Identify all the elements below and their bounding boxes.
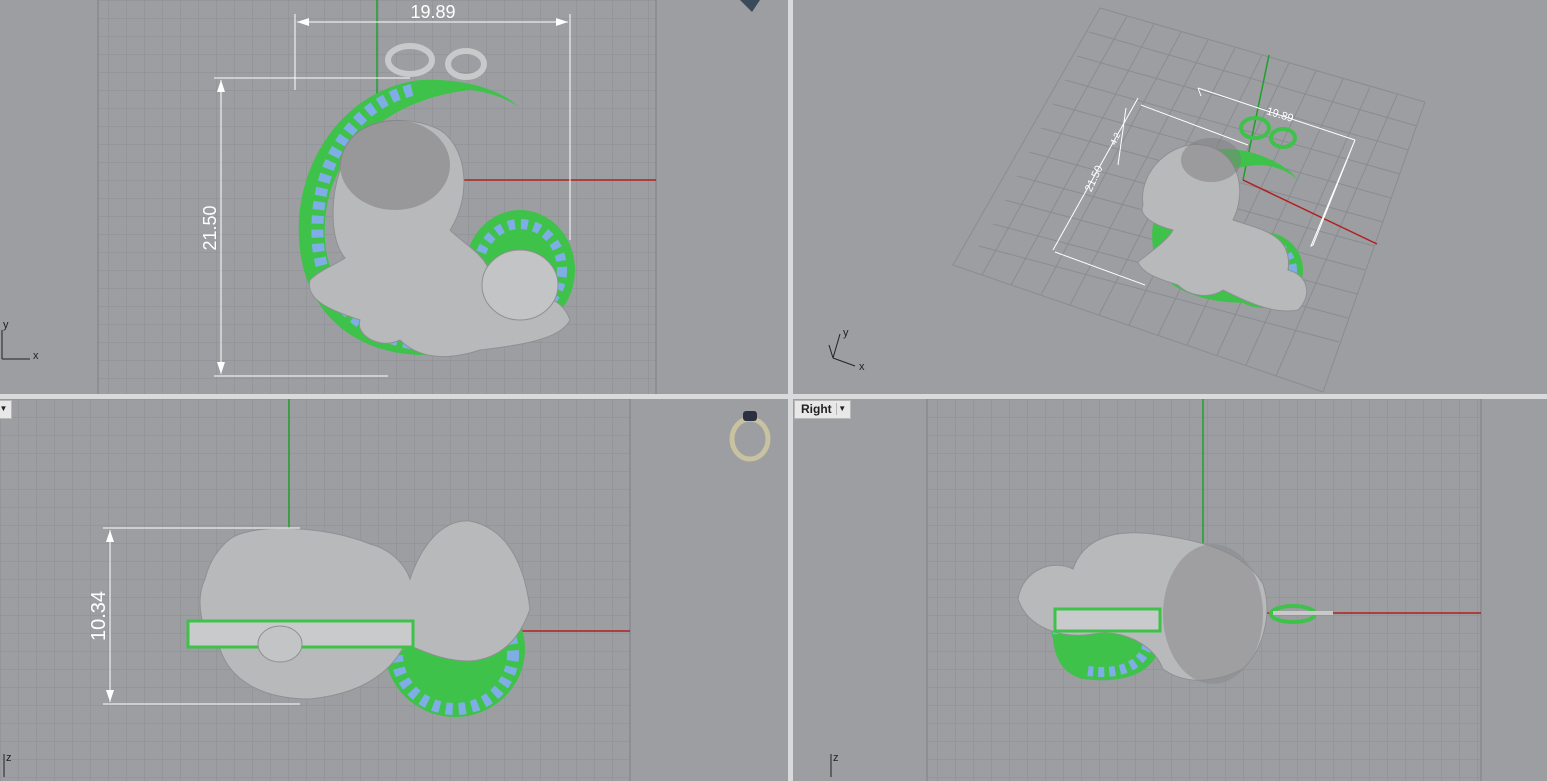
viewport-title-right[interactable]: Right ▼ (794, 400, 851, 419)
svg-text:z: z (6, 752, 12, 764)
svg-text:z: z (833, 752, 839, 764)
axis-triad-icon: x y (1, 319, 39, 362)
ring-thumbnail-icon (740, 0, 760, 12)
dimension-height-label: 10.34 (88, 591, 110, 641)
viewport-splitter-horizontal[interactable] (0, 394, 1547, 399)
dimension-width-label: 19.89 (1265, 105, 1295, 125)
viewport-front[interactable]: 10.34 z ▼ (0, 399, 788, 781)
dimension-small-label: 4.2 (1108, 131, 1122, 147)
viewport-perspective[interactable]: 19.89 21.50 4.2 x y (793, 0, 1547, 394)
viewport-title-front[interactable]: ▼ (0, 400, 12, 419)
viewport-title-label: Right (801, 402, 832, 416)
svg-text:x: x (33, 350, 39, 362)
ring-thumbnail-icon[interactable] (729, 411, 771, 462)
viewport-splitter-vertical[interactable] (788, 0, 793, 781)
svg-text:y: y (843, 327, 849, 339)
viewport-top[interactable]: 19.89 21.50 x y (0, 0, 788, 394)
dimension-height-label: 21.50 (200, 205, 220, 250)
axis-triad-icon: x y (828, 327, 865, 373)
svg-text:y: y (3, 319, 9, 331)
dimension-width-label: 19.89 (410, 2, 455, 22)
viewport-right[interactable]: z Right ▼ (793, 399, 1547, 781)
axis-triad-icon: z (830, 752, 839, 777)
chevron-down-icon[interactable]: ▼ (0, 403, 9, 415)
dimension-height-label: 21.50 (1083, 164, 1106, 194)
chevron-down-icon[interactable]: ▼ (835, 403, 848, 415)
svg-text:x: x (859, 361, 865, 373)
